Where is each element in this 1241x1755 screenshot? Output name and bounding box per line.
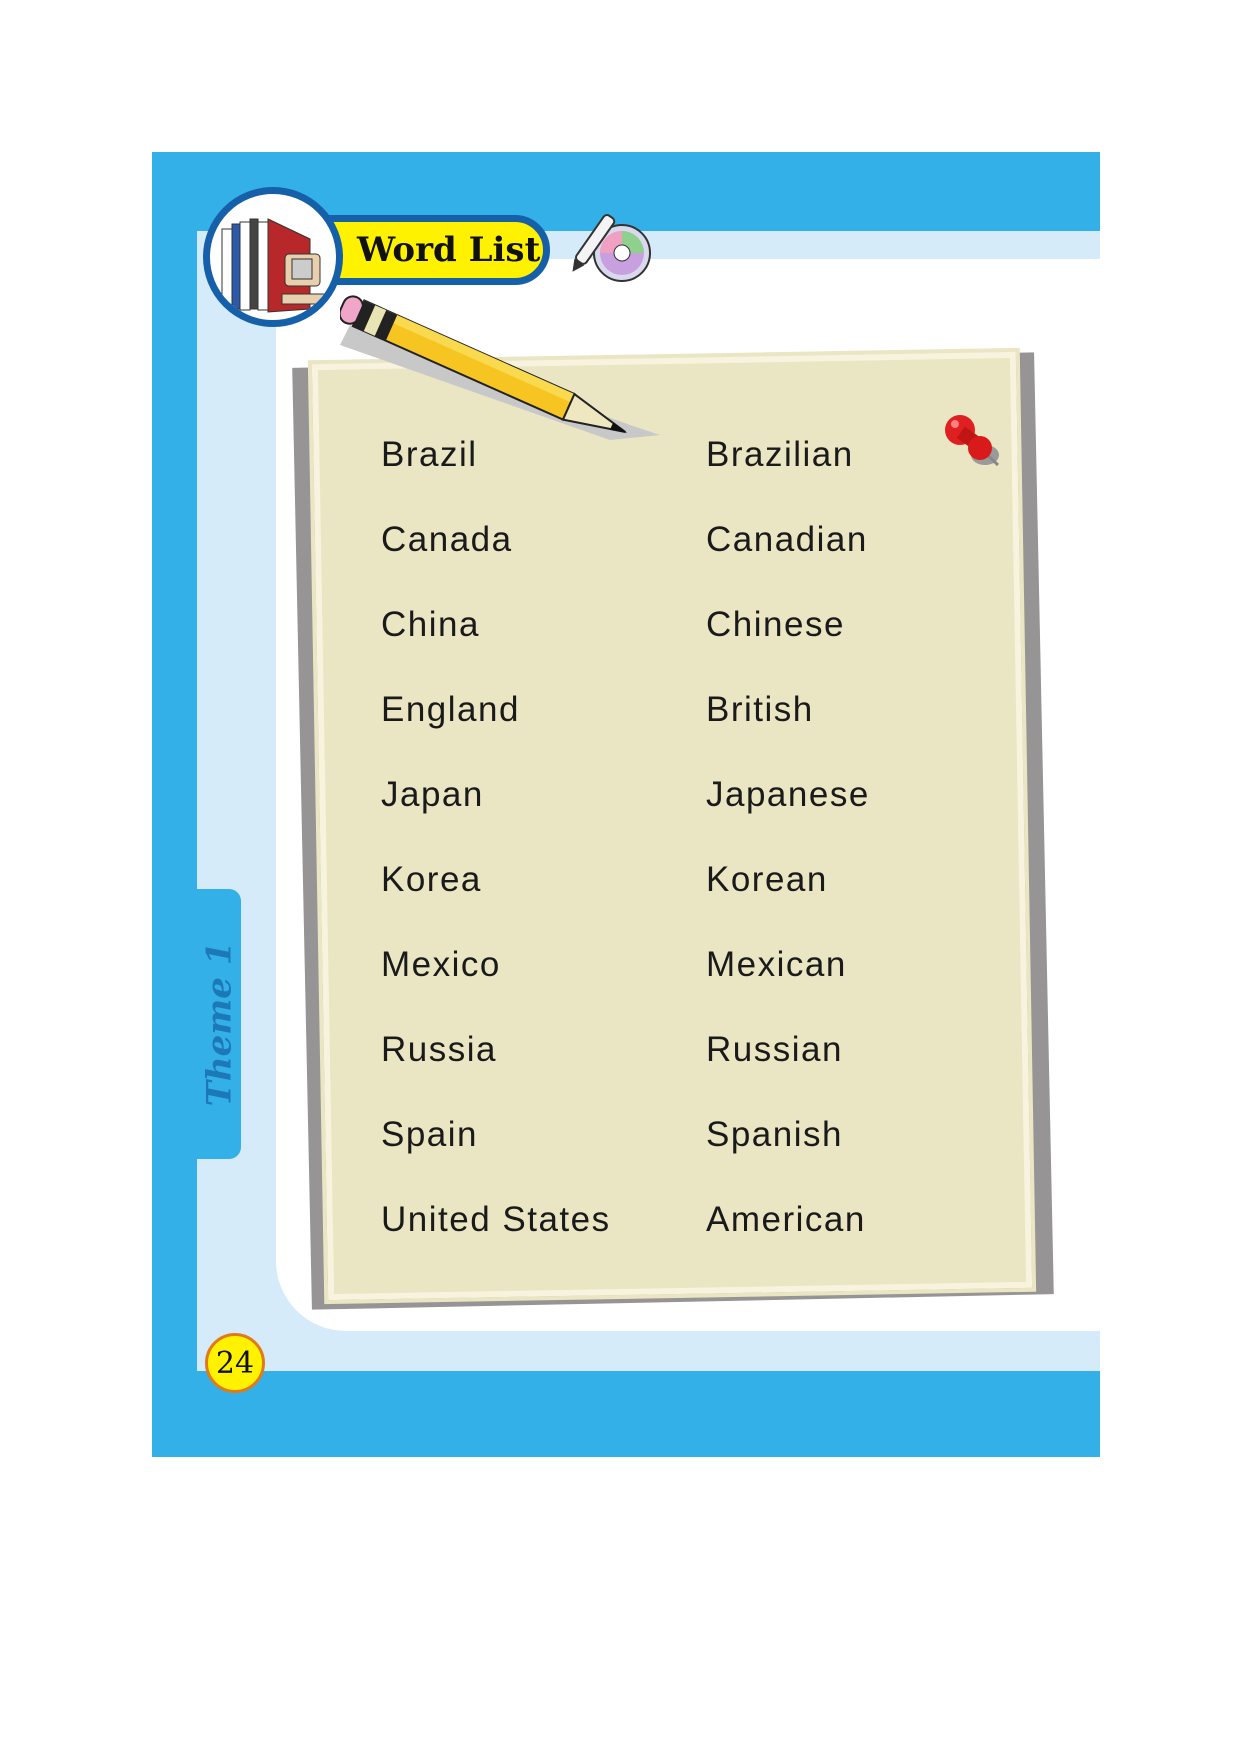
word-row: Korea Korean [381,860,1031,945]
country-word: China [381,605,480,644]
reading-pen-cd-icon [572,214,651,282]
theme-label-wrap: Theme 1 [197,889,241,1159]
nationality-word: Canadian [706,520,868,559]
pencil-icon [340,295,660,440]
push-pin-icon [945,415,1000,467]
word-row: Russia Russian [381,1030,1031,1115]
word-list-badge: Word List [320,215,550,285]
country-word: Spain [381,1115,479,1154]
word-row: Spain Spanish [381,1115,1031,1200]
nationality-word: Spanish [706,1115,843,1154]
country-word: Canada [381,520,513,559]
nationality-word: British [706,690,814,729]
country-word: Brazil [381,435,478,474]
word-row: China Chinese [381,605,1031,690]
nationality-word: Russian [706,1030,843,1069]
books-computer-icon [203,187,343,327]
theme-label: Theme 1 [199,941,240,1107]
country-word: Russia [381,1030,497,1069]
nationality-word: Korean [706,860,828,899]
word-list: Brazil Brazilian Canada Canadian China Chines… [381,435,1031,1285]
nationality-word: Chinese [706,605,845,644]
country-word: United States [381,1200,611,1239]
word-row: United States American [381,1200,1031,1285]
country-word: Korea [381,860,482,899]
word-row: Japan Japanese [381,775,1031,860]
badge-title: Word List [357,230,541,270]
country-word: Japan [381,775,484,814]
nationality-word: American [706,1200,866,1239]
page-number: 24 [205,1333,265,1393]
country-word: England [381,690,520,729]
word-row: England British [381,690,1031,775]
word-row: Mexico Mexican [381,945,1031,1030]
nationality-word: Japanese [706,775,870,814]
word-row: Brazil Brazilian [381,435,1031,520]
country-word: Mexico [381,945,501,984]
nationality-word: Mexican [706,945,847,984]
word-row: Canada Canadian [381,520,1031,605]
